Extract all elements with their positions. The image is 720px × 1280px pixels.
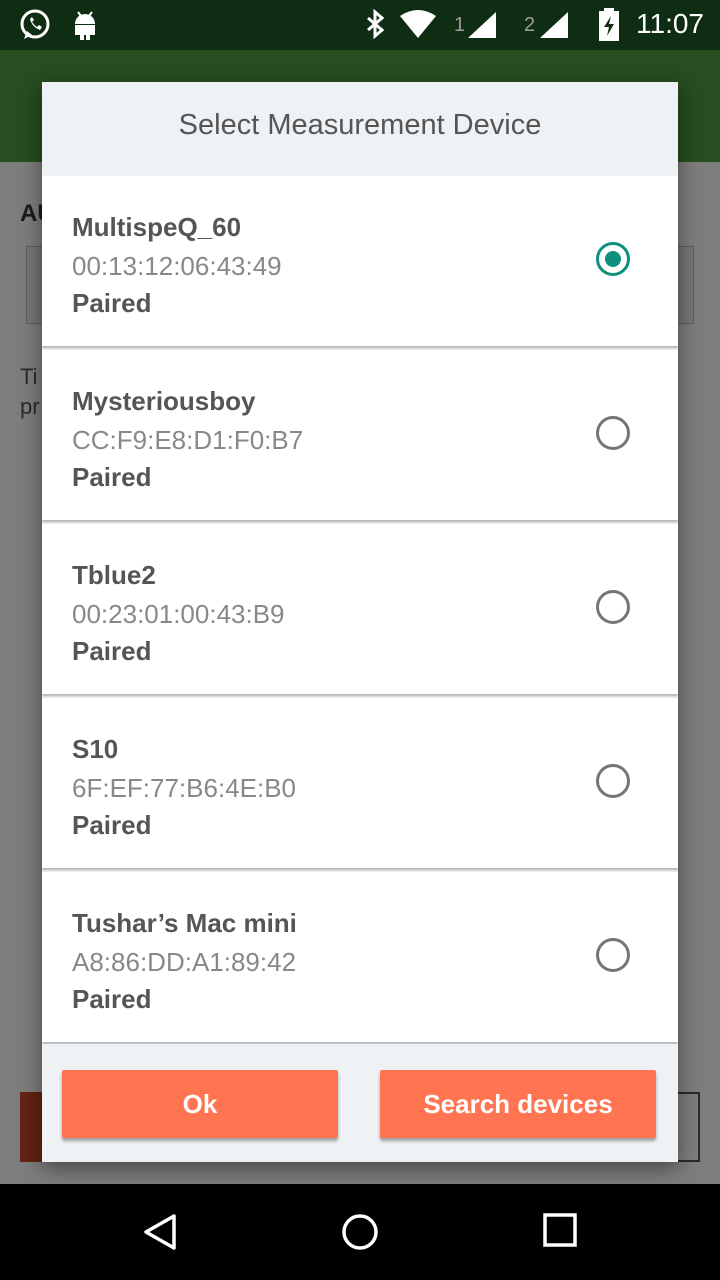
signal-icon — [466, 10, 498, 45]
device-status: Paired — [72, 288, 152, 318]
device-row[interactable]: Tushar’s Mac mini A8:86:DD:A1:89:42 Pair… — [42, 872, 678, 1042]
device-name: Tushar’s Mac mini — [72, 908, 297, 938]
device-address: CC:F9:E8:D1:F0:B7 — [72, 425, 304, 455]
select-device-dialog: Select Measurement Device MultispeQ_60 0… — [42, 82, 678, 1162]
device-radio-button[interactable] — [596, 764, 630, 798]
sim1-label: 1 — [454, 14, 466, 36]
navigation-bar — [0, 1184, 720, 1280]
device-name: Mysteriousboy — [72, 386, 256, 416]
device-radio-button[interactable] — [596, 938, 630, 972]
status-bar: 1 2 11:07 — [0, 0, 720, 50]
device-radio-button[interactable] — [596, 590, 630, 624]
bluetooth-icon — [364, 8, 388, 47]
recent-apps-icon[interactable] — [542, 1212, 578, 1253]
device-status: Paired — [72, 462, 152, 492]
dialog-title: Select Measurement Device — [178, 109, 542, 141]
sim2-label: 2 — [524, 14, 536, 36]
device-row[interactable]: Tblue2 00:23:01:00:43:B9 Paired — [42, 524, 678, 694]
device-radio-button[interactable] — [596, 416, 630, 450]
device-row[interactable]: MultispeQ_60 00:13:12:06:43:49 Paired — [42, 176, 678, 346]
device-address: 00:13:12:06:43:49 — [72, 251, 282, 281]
device-name: MultispeQ_60 — [72, 212, 242, 242]
home-icon[interactable] — [340, 1212, 380, 1257]
device-address: A8:86:DD:A1:89:42 — [72, 947, 297, 977]
clock: 11:07 — [636, 8, 704, 39]
signal-icon — [538, 10, 570, 45]
wifi-icon — [398, 10, 438, 45]
device-list[interactable]: MultispeQ_60 00:13:12:06:43:49 Paired My… — [42, 176, 678, 1044]
battery-charging-icon — [598, 8, 620, 47]
whatsapp-icon — [18, 8, 52, 47]
device-row[interactable]: Mysteriousboy CC:F9:E8:D1:F0:B7 Paired — [42, 350, 678, 520]
device-name: Tblue2 — [72, 560, 156, 590]
android-icon — [70, 8, 100, 47]
device-row[interactable]: S10 6F:EF:77:B6:4E:B0 Paired — [42, 698, 678, 868]
device-name: S10 — [72, 734, 119, 764]
device-status: Paired — [72, 810, 152, 840]
device-address: 00:23:01:00:43:B9 — [72, 599, 285, 629]
search-devices-button[interactable]: Search devices — [380, 1070, 656, 1138]
device-radio-button[interactable] — [596, 242, 630, 276]
device-status: Paired — [72, 984, 152, 1014]
device-address: 6F:EF:77:B6:4E:B0 — [72, 773, 297, 803]
ok-button[interactable]: Ok — [62, 1070, 338, 1138]
device-status: Paired — [72, 636, 152, 666]
back-icon[interactable] — [140, 1212, 180, 1257]
